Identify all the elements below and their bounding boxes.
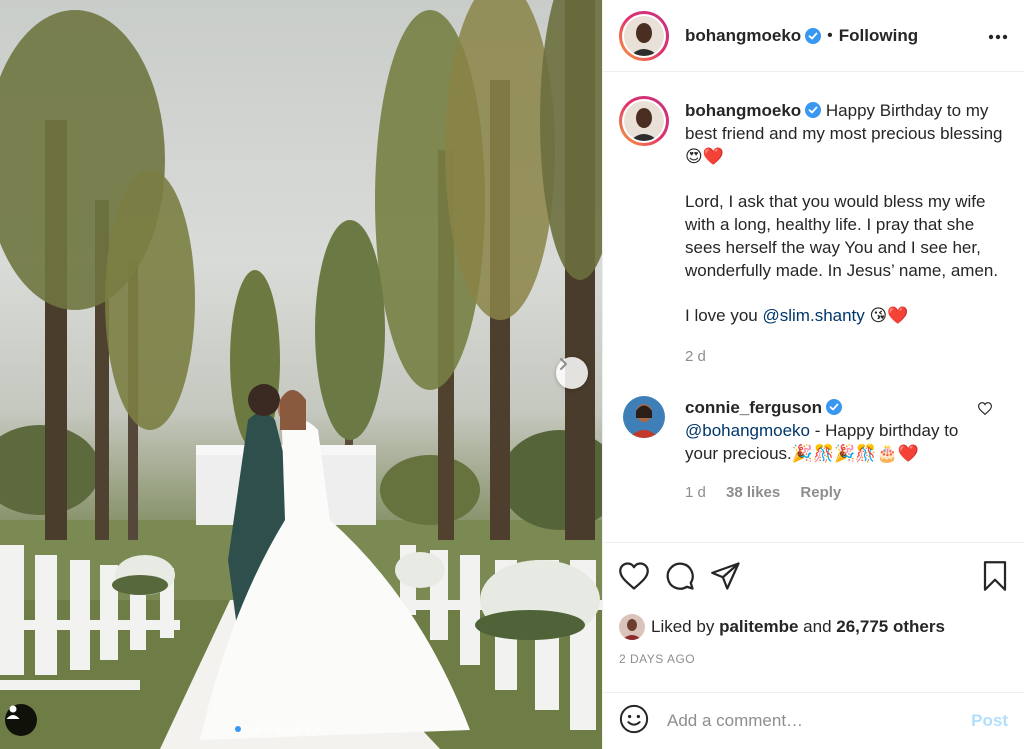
carousel-indicator [235, 726, 321, 732]
carousel-dot-active [235, 726, 241, 732]
heart-icon [619, 562, 649, 590]
post-actions: Liked by palitembe and 26,775 others 2 D… [603, 542, 1024, 666]
post-comment-button[interactable]: Post [971, 711, 1008, 731]
tagged-users-button[interactable] [5, 704, 37, 736]
caption-author-avatar[interactable] [619, 96, 669, 146]
add-comment-bar: Post [603, 692, 1024, 749]
post-photo[interactable] [0, 0, 602, 749]
likes-middle: and [803, 617, 832, 636]
chevron-right-icon [560, 358, 567, 370]
header-separator: • [827, 26, 833, 44]
mention-link[interactable]: @bohangmoeko [685, 421, 810, 440]
author-avatar[interactable] [619, 10, 669, 61]
commenter-username[interactable]: connie_ferguson [685, 398, 822, 417]
caption: bohangmoeko Happy Birthday to my best fr… [619, 96, 1008, 368]
avatar-image [619, 614, 645, 640]
verified-badge-icon [805, 27, 822, 44]
share-button[interactable] [711, 562, 741, 595]
mention-link[interactable]: @slim.shanty [763, 306, 865, 325]
comments-section: bohangmoeko Happy Birthday to my best fr… [603, 72, 1024, 542]
post-header: bohangmoeko • Following [603, 0, 1024, 72]
avatar-image [624, 15, 664, 56]
comment-like-button[interactable] [977, 402, 993, 420]
caption-age[interactable]: 2 d [685, 345, 1005, 368]
post-date[interactable]: 2 DAYS AGO [619, 652, 1008, 666]
commenter-avatar[interactable] [623, 396, 665, 438]
reply-button[interactable]: Reply [800, 484, 841, 501]
user-tag-icon [6, 705, 20, 719]
comment-age[interactable]: 1 d [685, 484, 706, 501]
next-photo-button[interactable] [556, 357, 588, 389]
more-options-button[interactable] [988, 27, 1008, 45]
comment-likes[interactable]: 38 likes [726, 484, 780, 501]
bookmark-icon [983, 561, 1007, 591]
liker-username[interactable]: palitembe [719, 617, 798, 637]
comment-item: connie_ferguson @bohangmoeko - Happy bir… [619, 396, 1008, 504]
caption-line3-suffix: 😘❤️ [864, 306, 909, 325]
caption-text-line2: Lord, I ask that you would bless my wife… [685, 192, 999, 280]
comment-button[interactable] [665, 561, 695, 596]
carousel-dot [275, 726, 281, 732]
paper-plane-icon [711, 562, 740, 590]
carousel-dot [315, 726, 321, 732]
emoji-button[interactable] [619, 704, 649, 739]
caption-username[interactable]: bohangmoeko [685, 101, 801, 120]
carousel-dot [265, 726, 271, 732]
likes-count[interactable]: 26,775 others [836, 617, 945, 637]
carousel-dot [285, 726, 291, 732]
post-side-panel: bohangmoeko • Following bohangmoeko Happ… [602, 0, 1024, 749]
carousel-dot [245, 726, 251, 732]
carousel-dot [295, 726, 301, 732]
heart-icon [977, 402, 993, 416]
liker-avatar[interactable] [619, 614, 645, 640]
following-button[interactable]: Following [839, 26, 918, 46]
verified-badge-icon [805, 102, 822, 118]
verified-badge-icon [825, 399, 842, 415]
like-button[interactable] [619, 562, 649, 595]
wedding-photo-illustration [0, 0, 602, 749]
more-options-icon [988, 34, 1008, 39]
caption-line3-prefix: I love you [685, 306, 763, 325]
comment-bubble-icon [666, 562, 694, 590]
carousel-dot [305, 726, 311, 732]
comment-meta: 1 d 38 likes Reply [685, 481, 985, 504]
caption-text-line3: I love you @slim.shanty 😘❤️ [685, 304, 1005, 327]
author-username[interactable]: bohangmoeko [685, 26, 801, 46]
likes-prefix: Liked by [651, 617, 715, 636]
likes-summary: Liked by palitembe and 26,775 others [619, 614, 1008, 640]
smiley-icon [619, 704, 649, 733]
avatar-image [623, 396, 665, 438]
save-button[interactable] [982, 561, 1008, 596]
comment-input[interactable] [667, 711, 972, 731]
avatar-image [624, 101, 664, 141]
carousel-dot [255, 726, 261, 732]
